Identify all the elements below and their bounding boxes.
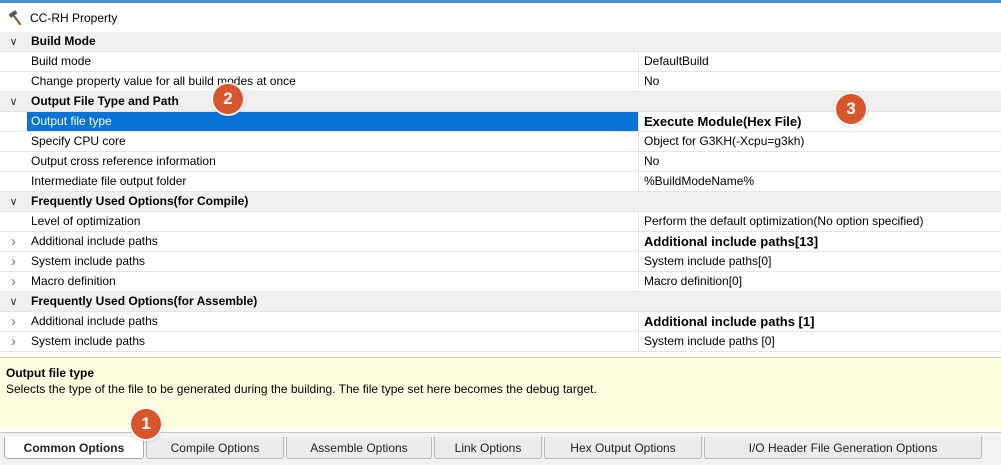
property-value[interactable]: %BuildModeName% <box>639 172 1001 191</box>
property-value[interactable]: Object for G3KH(-Xcpu=g3kh) <box>639 132 1001 151</box>
category-row[interactable]: ∨ Frequently Used Options(for Compile) <box>0 192 1001 212</box>
chevron-right-icon[interactable]: › <box>0 312 27 331</box>
property-value[interactable]: Execute Module(Hex File) <box>639 112 1001 131</box>
property-name: Macro definition <box>27 272 639 291</box>
hammer-icon <box>8 9 22 25</box>
property-row[interactable]: Specify CPU core Object for G3KH(-Xcpu=g3… <box>0 132 1001 152</box>
property-value[interactable]: Additional include paths[13] <box>639 232 1001 251</box>
property-row[interactable]: Intermediate file output folder %BuildMod… <box>0 172 1001 192</box>
row-gutter <box>0 72 27 91</box>
property-name: Additional include paths <box>27 232 639 251</box>
chevron-down-icon[interactable]: ∨ <box>0 192 27 211</box>
tab-common-options[interactable]: Common Options <box>4 437 144 459</box>
category-label: Frequently Used Options(for Assemble) <box>31 294 258 308</box>
category-label: Frequently Used Options(for Compile) <box>31 194 249 208</box>
row-gutter <box>0 52 27 71</box>
chevron-down-icon[interactable]: ∨ <box>0 32 27 51</box>
property-name: Output file type <box>27 112 639 131</box>
property-row[interactable]: › Additional include paths Additional incl… <box>0 312 1001 332</box>
property-row[interactable]: › Macro definition Macro definition[0] <box>0 272 1001 292</box>
category-row[interactable]: ∨ Frequently Used Options(for Assemble) <box>0 292 1001 312</box>
property-value[interactable]: Perform the default optimization(No opti… <box>639 212 1001 231</box>
property-row[interactable]: Build mode DefaultBuild <box>0 52 1001 72</box>
property-name: Change property value for all build mode… <box>27 72 639 91</box>
property-name: Build mode <box>27 52 639 71</box>
property-value[interactable]: Additional include paths [1] <box>639 312 1001 331</box>
description-text: Selects the type of the file to be gener… <box>6 382 597 396</box>
category-label: Build Mode <box>31 34 96 48</box>
chevron-right-icon[interactable]: › <box>0 272 27 291</box>
callout-badge-3: 3 <box>836 94 866 124</box>
property-value[interactable]: No <box>639 152 1001 171</box>
row-gutter <box>0 172 27 191</box>
property-name: System include paths <box>27 252 639 271</box>
property-name: Specify CPU core <box>27 132 639 151</box>
tab-hex-output-options[interactable]: Hex Output Options <box>544 437 702 459</box>
tab-assemble-options[interactable]: Assemble Options <box>286 437 432 459</box>
property-name: Additional include paths <box>27 312 639 331</box>
row-gutter <box>0 152 27 171</box>
window-title: CC-RH Property <box>30 10 118 25</box>
tab-compile-options[interactable]: Compile Options <box>146 437 284 459</box>
property-name: Output cross reference information <box>27 152 639 171</box>
callout-badge-1: 1 <box>131 409 161 439</box>
property-name: System include paths <box>27 332 639 351</box>
property-row[interactable]: Level of optimization Perform the default… <box>0 212 1001 232</box>
callout-badge-2: 2 <box>213 84 243 114</box>
chevron-right-icon[interactable]: › <box>0 332 27 351</box>
row-gutter <box>0 212 27 231</box>
property-value[interactable]: DefaultBuild <box>639 52 1001 71</box>
description-title: Output file type <box>6 366 94 380</box>
title-bar: CC-RH Property <box>0 3 1001 33</box>
property-name: Intermediate file output folder <box>27 172 639 191</box>
property-name: Level of optimization <box>27 212 639 231</box>
property-value[interactable]: No <box>639 72 1001 91</box>
property-value[interactable]: Macro definition[0] <box>639 272 1001 291</box>
property-row[interactable]: Change property value for all build mode… <box>0 72 1001 92</box>
property-row[interactable]: › System include paths System include path… <box>0 332 1001 352</box>
property-grid[interactable]: ∨ Build Mode Build mode DefaultBuild Change … <box>0 32 1001 353</box>
property-row[interactable]: › Additional include paths Additional incl… <box>0 232 1001 252</box>
row-gutter <box>0 132 27 151</box>
property-row[interactable]: › System include paths System include path… <box>0 252 1001 272</box>
property-row[interactable]: Output cross reference information No <box>0 152 1001 172</box>
tab-link-options[interactable]: Link Options <box>434 437 542 459</box>
row-gutter <box>0 112 27 131</box>
property-value[interactable]: System include paths[0] <box>639 252 1001 271</box>
chevron-right-icon[interactable]: › <box>0 232 27 251</box>
tab-io-header-file-generation-options[interactable]: I/O Header File Generation Options <box>704 437 982 459</box>
chevron-down-icon[interactable]: ∨ <box>0 292 27 311</box>
property-value[interactable]: System include paths [0] <box>639 332 1001 351</box>
chevron-right-icon[interactable]: › <box>0 252 27 271</box>
chevron-down-icon[interactable]: ∨ <box>0 92 27 111</box>
category-row[interactable]: ∨ Build Mode <box>0 32 1001 52</box>
